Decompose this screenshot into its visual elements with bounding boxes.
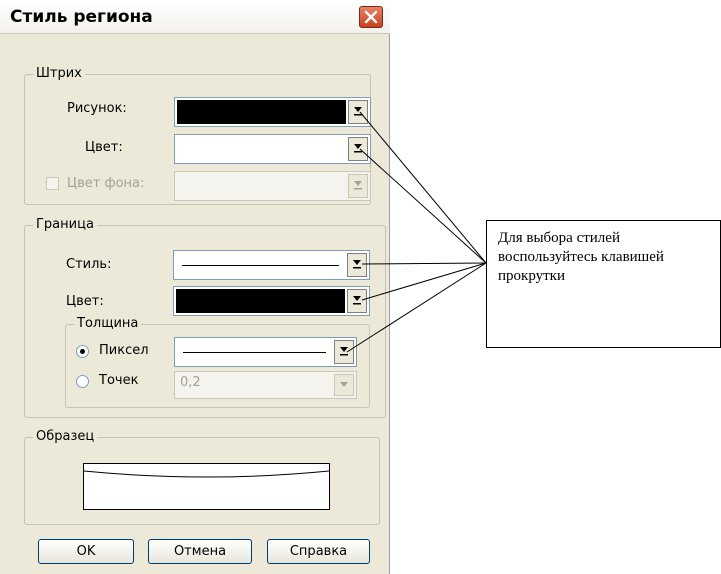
annotation-callout: Для выбора стилей воспользуйтесь клавише… [486, 220, 721, 348]
annotation-text: Для выбора стилей воспользуйтесь клавише… [498, 230, 664, 284]
